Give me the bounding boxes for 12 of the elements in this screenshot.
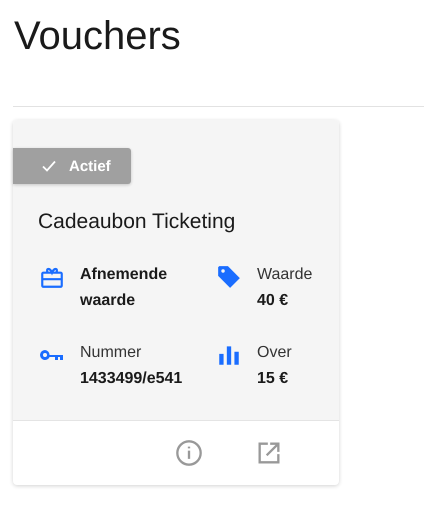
status-badge: Actief bbox=[13, 148, 131, 184]
detail-label: Over bbox=[257, 343, 292, 363]
detail-label: Waarde bbox=[257, 265, 312, 285]
detail-label: Nummer bbox=[80, 343, 142, 363]
detail-value: Afnemende waarde bbox=[80, 265, 168, 311]
voucher-name: Cadeaubon Ticketing bbox=[37, 209, 236, 234]
detail-value: 15 € bbox=[257, 369, 290, 389]
info-button[interactable] bbox=[175, 439, 203, 467]
detail-value: 40 € bbox=[257, 291, 290, 311]
check-icon bbox=[41, 158, 57, 174]
page-title: Vouchers bbox=[13, 13, 182, 58]
detail-value: 1433499/e541 bbox=[80, 369, 182, 389]
